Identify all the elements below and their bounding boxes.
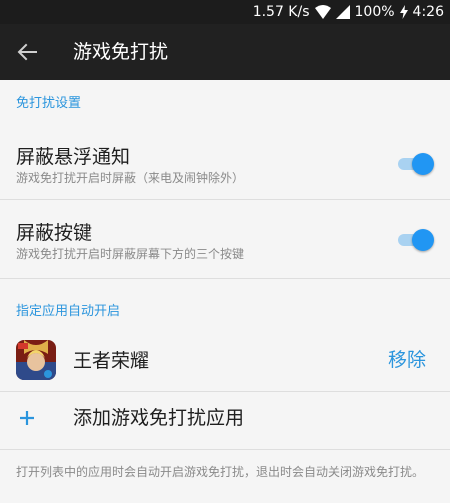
toolbar: 游戏免打扰	[0, 24, 450, 80]
setting-subtitle-block-keys: 游戏免打扰开启时屏蔽屏幕下方的三个按键	[16, 247, 245, 261]
setting-title-floating-notifications: 屏蔽悬浮通知	[16, 146, 131, 168]
clock: 4:26	[412, 4, 444, 20]
toggle-thumb	[412, 153, 434, 175]
footer-note: 打开列表中的应用时会自动开启游戏免打扰，退出时会自动关闭游戏免打扰。	[16, 465, 425, 479]
page-title: 游戏免打扰	[73, 41, 169, 63]
wifi-icon	[314, 5, 331, 19]
plus-icon	[20, 411, 34, 425]
toggle-thumb	[412, 229, 434, 251]
signal-icon	[335, 5, 350, 19]
back-arrow-icon[interactable]	[14, 40, 40, 64]
divider	[0, 278, 450, 279]
divider	[0, 449, 450, 450]
status-bar: 1.57 K/s 100% 4:26	[0, 0, 450, 24]
add-app-label: 添加游戏免打扰应用	[73, 407, 245, 429]
setting-subtitle-floating-notifications: 游戏免打扰开启时屏蔽（来电及闹钟除外）	[16, 171, 245, 185]
charging-icon	[399, 5, 408, 19]
app-name: 王者荣耀	[73, 350, 150, 372]
setting-title-block-keys: 屏蔽按键	[16, 222, 93, 244]
battery-level: 100%	[354, 4, 395, 20]
divider	[0, 391, 450, 392]
section-header-dnd: 免打扰设置	[16, 96, 82, 111]
network-speed: 1.57 K/s	[252, 4, 310, 20]
section-header-apps: 指定应用自动开启	[16, 304, 121, 319]
toggle-floating-notifications[interactable]	[398, 153, 434, 175]
toggle-block-keys[interactable]	[398, 229, 434, 251]
app-icon	[16, 340, 56, 380]
divider	[0, 199, 450, 200]
status-bar-right: 1.57 K/s 100% 4:26	[253, 2, 444, 22]
remove-app-button[interactable]: 移除	[388, 348, 426, 372]
